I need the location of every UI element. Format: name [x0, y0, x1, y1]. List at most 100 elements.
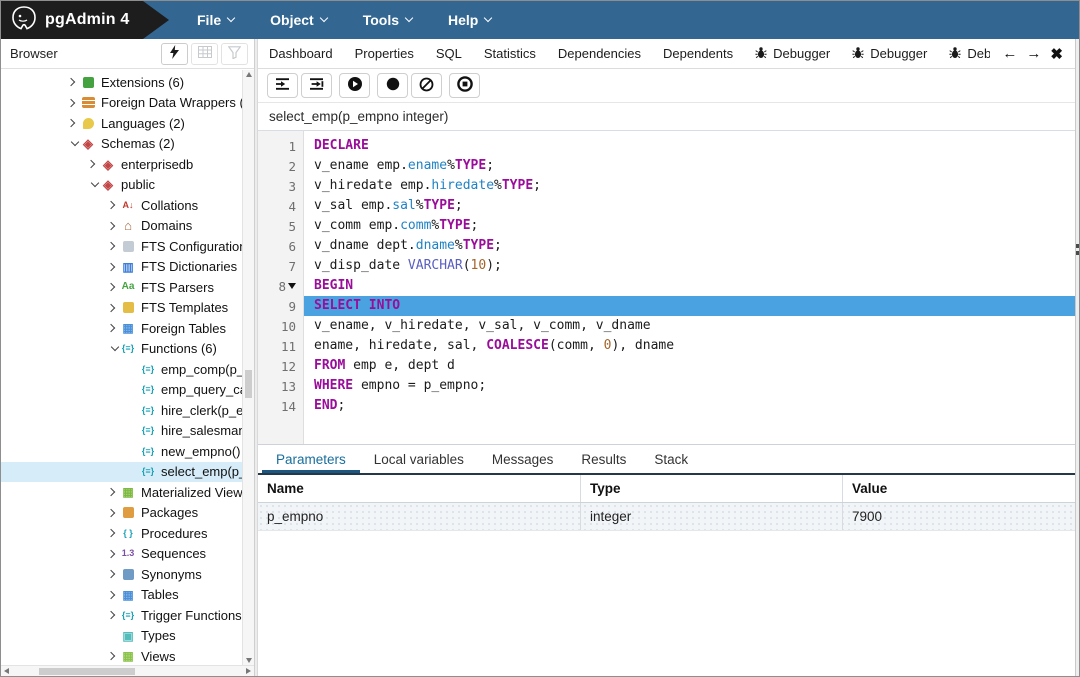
gutter-line-7[interactable]: 7: [258, 256, 303, 276]
gutter-line-1[interactable]: 1: [258, 136, 303, 156]
tree-item-languages-2[interactable]: Languages (2): [1, 113, 254, 134]
expander-icon[interactable]: [103, 342, 119, 351]
gutter-line-8[interactable]: 8: [258, 276, 303, 296]
menu-object[interactable]: Object: [270, 12, 328, 28]
right-splitter-grip[interactable]: [1076, 244, 1079, 255]
tree-item-domains[interactable]: ⌂ Domains: [1, 216, 254, 237]
tree-item-views[interactable]: ▦ Views: [1, 646, 254, 667]
horizontal-scroll-thumb[interactable]: [39, 667, 135, 675]
scroll-right-arrow-icon[interactable]: [246, 668, 251, 674]
gutter-line-3[interactable]: 3: [258, 176, 303, 196]
editor-gutter[interactable]: 1 2 3 4 5 6 7 8 9 10 11 12 13 14: [258, 131, 304, 444]
tree-item-select-emp-p-e[interactable]: {≡} select_emp(p_e: [1, 461, 254, 482]
expander-icon[interactable]: [103, 262, 119, 271]
tab-debugger-7[interactable]: Debugger: [841, 39, 938, 68]
scroll-tabs-right-button[interactable]: →: [1023, 43, 1044, 64]
gutter-line-13[interactable]: 13: [258, 376, 303, 396]
expander-icon[interactable]: [63, 119, 79, 128]
tab-statistics-3[interactable]: Statistics: [473, 39, 547, 68]
clear-all-breakpoints-button[interactable]: [411, 73, 442, 98]
expander-icon[interactable]: [83, 160, 99, 169]
code-line-13[interactable]: WHERE empno = p_empno;: [304, 376, 1075, 396]
code-line-8[interactable]: BEGIN: [304, 276, 1075, 296]
code-line-5[interactable]: v_comm emp.comm%TYPE;: [304, 216, 1075, 236]
tab-debugger-6[interactable]: Debugger: [744, 39, 841, 68]
close-panel-button[interactable]: ✖: [1047, 43, 1066, 65]
tree-item-emp-comp-p-s[interactable]: {≡} emp_comp(p_s: [1, 359, 254, 380]
gutter-line-5[interactable]: 5: [258, 216, 303, 236]
code-line-6[interactable]: v_dname dept.dname%TYPE;: [304, 236, 1075, 256]
bottom-tab-local-variables[interactable]: Local variables: [360, 445, 478, 473]
tree-item-fts-templates[interactable]: FTS Templates: [1, 298, 254, 319]
tree-item-collations[interactable]: A↓ Collations: [1, 195, 254, 216]
tree-item-public[interactable]: ◈ public: [1, 175, 254, 196]
vertical-scroll-thumb[interactable]: [245, 370, 252, 398]
tree-item-enterprisedb[interactable]: ◈ enterprisedb: [1, 154, 254, 175]
editor-code-pane[interactable]: DECLARE v_ename emp.ename%TYPE; v_hiredate…: [304, 131, 1075, 444]
expander-icon[interactable]: [63, 137, 79, 146]
scroll-down-arrow-icon[interactable]: [245, 658, 252, 663]
code-editor[interactable]: 1 2 3 4 5 6 7 8 9 10 11 12 13 14 DECLARE v_ename emp.e…: [258, 131, 1075, 445]
tab-sql-2[interactable]: SQL: [425, 39, 473, 68]
tab-dashboard-0[interactable]: Dashboard: [258, 39, 344, 68]
code-line-11[interactable]: ename, hiredate, sal, COALESCE(comm, 0),…: [304, 336, 1075, 356]
tree-item-packages[interactable]: Packages: [1, 503, 254, 524]
expander-icon[interactable]: [83, 178, 99, 187]
code-line-3[interactable]: v_hiredate emp.hiredate%TYPE;: [304, 176, 1075, 196]
expander-icon[interactable]: [103, 201, 119, 210]
bottom-tab-stack[interactable]: Stack: [640, 445, 702, 473]
expander-icon[interactable]: [103, 324, 119, 333]
filter-button[interactable]: [221, 42, 248, 65]
tab-dependencies-4[interactable]: Dependencies: [547, 39, 652, 68]
tree-item-foreign-data-wrappers-2[interactable]: Foreign Data Wrappers (2): [1, 93, 254, 114]
tree-item-fts-dictionaries[interactable]: ▥ FTS Dictionaries: [1, 257, 254, 278]
tree-item-hire-clerk-p-en[interactable]: {≡} hire_clerk(p_en: [1, 400, 254, 421]
tree-item-types[interactable]: ▣ Types: [1, 626, 254, 647]
menu-file[interactable]: File: [197, 12, 236, 28]
tab-properties-1[interactable]: Properties: [344, 39, 425, 68]
gutter-line-9[interactable]: 9: [258, 296, 303, 316]
code-line-12[interactable]: FROM emp e, dept d: [304, 356, 1075, 376]
tree-item-fts-configurations[interactable]: FTS Configurations: [1, 236, 254, 257]
expander-icon[interactable]: [63, 78, 79, 87]
code-line-9[interactable]: SELECT INTO: [304, 296, 1075, 316]
gutter-line-6[interactable]: 6: [258, 236, 303, 256]
tab-dependents-5[interactable]: Dependents: [652, 39, 744, 68]
tree-item-fts-parsers[interactable]: Aa FTS Parsers: [1, 277, 254, 298]
gutter-line-10[interactable]: 10: [258, 316, 303, 336]
expander-icon[interactable]: [103, 488, 119, 497]
expander-icon[interactable]: [103, 570, 119, 579]
code-line-7[interactable]: v_disp_date VARCHAR(10);: [304, 256, 1075, 276]
expander-icon[interactable]: [103, 303, 119, 312]
tree-item-procedures[interactable]: { } Procedures: [1, 523, 254, 544]
tree-item-foreign-tables[interactable]: ▦ Foreign Tables: [1, 318, 254, 339]
expander-icon[interactable]: [103, 611, 119, 620]
expander-icon[interactable]: [103, 652, 119, 661]
gutter-line-2[interactable]: 2: [258, 156, 303, 176]
tree-item-materialized-views[interactable]: ▦ Materialized Views: [1, 482, 254, 503]
gutter-line-11[interactable]: 11: [258, 336, 303, 356]
tree-item-extensions-6[interactable]: Extensions (6): [1, 72, 254, 93]
code-line-4[interactable]: v_sal emp.sal%TYPE;: [304, 196, 1075, 216]
step-over-button[interactable]: [301, 73, 332, 98]
expander-icon[interactable]: [103, 508, 119, 517]
bottom-tab-parameters[interactable]: Parameters: [262, 445, 360, 473]
code-line-2[interactable]: v_ename emp.ename%TYPE;: [304, 156, 1075, 176]
tab-debugger-8[interactable]: Debugger: [938, 39, 990, 68]
gutter-line-4[interactable]: 4: [258, 196, 303, 216]
code-line-10[interactable]: v_ename, v_hiredate, v_sal, v_comm, v_dn…: [304, 316, 1075, 336]
menu-help[interactable]: Help: [448, 12, 493, 28]
expander-icon[interactable]: [103, 221, 119, 230]
toggle-breakpoint-button[interactable]: [377, 73, 408, 98]
bottom-tab-messages[interactable]: Messages: [478, 445, 568, 473]
menu-tools[interactable]: Tools: [363, 12, 414, 28]
expander-icon[interactable]: [63, 98, 79, 107]
code-line-1[interactable]: DECLARE: [304, 136, 1075, 156]
code-line-14[interactable]: END;: [304, 396, 1075, 416]
grid-button[interactable]: [191, 42, 218, 65]
expander-icon[interactable]: [103, 242, 119, 251]
tree-item-synonyms[interactable]: Synonyms: [1, 564, 254, 585]
tree-item-new-empno[interactable]: {≡} new_empno(): [1, 441, 254, 462]
expander-icon[interactable]: [103, 590, 119, 599]
tree-item-tables[interactable]: ▦ Tables: [1, 585, 254, 606]
